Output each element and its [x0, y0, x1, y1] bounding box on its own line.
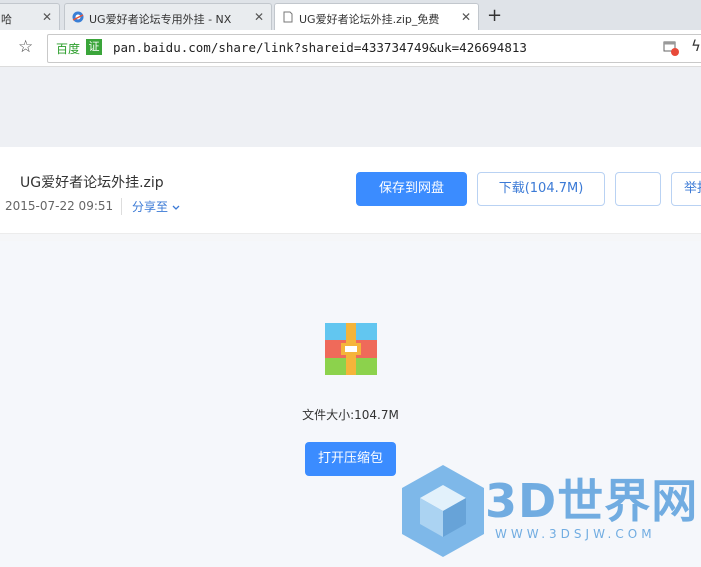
page-header-strip: [0, 67, 701, 147]
close-icon[interactable]: ✕: [461, 10, 471, 24]
browser-tab-bar: 哈 ✕ UG爱好者论坛专用外挂 - NX ✕ UG爱好者论坛外挂.zip_免费 …: [0, 0, 701, 31]
close-icon[interactable]: ✕: [254, 10, 264, 24]
open-archive-button[interactable]: 打开压缩包: [305, 442, 396, 476]
save-to-cloud-button[interactable]: 保存到网盘: [356, 172, 467, 206]
watermark-title: 3D世界网: [485, 474, 699, 528]
file-name: UG爱好者论坛外挂.zip: [20, 175, 164, 191]
zip-archive-icon: [325, 323, 377, 375]
star-icon[interactable]: ☆: [18, 37, 33, 57]
site-name: 百度: [56, 42, 81, 56]
notification-icon[interactable]: [663, 40, 679, 56]
new-tab-button[interactable]: +: [487, 5, 502, 26]
report-button[interactable]: 举报: [671, 172, 701, 206]
share-dropdown[interactable]: 分享至: [121, 198, 180, 215]
download-button[interactable]: 下载(104.7M): [477, 172, 605, 206]
tab-title: UG爱好者论坛专用外挂 - NX: [89, 13, 232, 26]
file-size-label: 文件大小:104.7M: [302, 408, 399, 422]
cube-logo-icon: [402, 465, 484, 557]
document-favicon-icon: [283, 11, 293, 23]
close-icon[interactable]: ✕: [42, 10, 52, 24]
lightning-icon[interactable]: ϟ: [691, 37, 701, 55]
tab-2[interactable]: UG爱好者论坛专用外挂 - NX ✕: [64, 3, 272, 30]
file-info-bar: UG爱好者论坛外挂.zip 2015-07-22 09:51 分享至 保存到网盘…: [0, 147, 701, 234]
tab-title: 哈: [1, 13, 12, 26]
watermark-url: WWW.3DSJW.COM: [495, 527, 656, 541]
tab-3[interactable]: UG爱好者论坛外挂.zip_免费 ✕: [274, 3, 479, 31]
address-toolbar: ☆ 百度 证 pan.baidu.com/share/link?shareid=…: [0, 30, 701, 67]
certificate-icon[interactable]: 证: [86, 39, 102, 55]
url-text[interactable]: pan.baidu.com/share/link?shareid=4337347…: [113, 40, 527, 55]
file-date: 2015-07-22 09:51: [5, 199, 114, 213]
baidu-favicon-icon: [72, 11, 84, 23]
tab-1[interactable]: 哈 ✕: [0, 3, 60, 30]
chevron-down-icon: [172, 205, 180, 210]
tab-title: UG爱好者论坛外挂.zip_免费: [299, 13, 440, 26]
address-bar[interactable]: 百度 证 pan.baidu.com/share/link?shareid=43…: [47, 34, 701, 63]
share-label: 分享至: [132, 200, 169, 214]
more-button[interactable]: [615, 172, 661, 206]
